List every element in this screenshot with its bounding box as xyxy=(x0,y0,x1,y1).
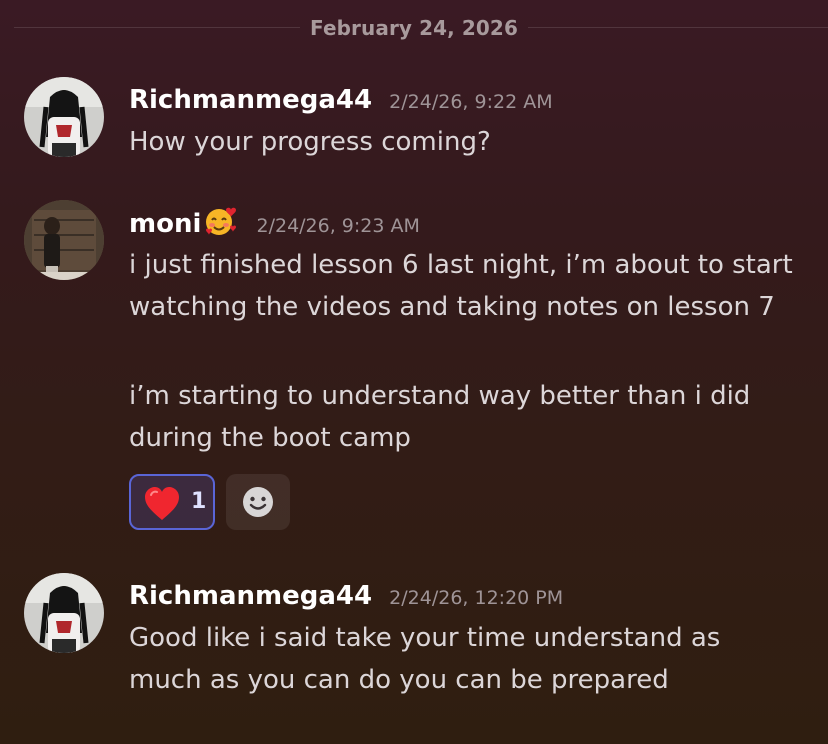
timestamp: 2/24/26, 9:23 AM xyxy=(256,215,420,237)
red-heart-icon xyxy=(145,487,179,520)
smiling-face-with-hearts-icon xyxy=(206,207,237,235)
timestamp: 2/24/26, 9:22 AM xyxy=(389,91,553,113)
avatar[interactable] xyxy=(24,77,104,157)
date-divider-label: February 24, 2026 xyxy=(310,16,518,40)
reaction-heart[interactable]: 1 xyxy=(129,474,215,530)
message-text: i’m starting to understand way better th… xyxy=(129,381,751,453)
message-text: Good like i said take your time understa… xyxy=(129,623,721,695)
smiley-icon xyxy=(243,487,273,517)
message-text: How your progress coming? xyxy=(129,127,491,157)
divider-line-left xyxy=(14,27,300,28)
timestamp: 2/24/26, 12:20 PM xyxy=(389,587,564,609)
avatar[interactable] xyxy=(24,200,104,280)
date-divider: February 24, 2026 xyxy=(0,14,828,42)
reaction-count: 1 xyxy=(191,489,207,514)
divider-line-right xyxy=(528,27,828,28)
message-text: i just finished lesson 6 last night, i’m… xyxy=(129,250,793,322)
avatar[interactable] xyxy=(24,573,104,653)
username[interactable]: Richmanmega44 xyxy=(129,581,372,611)
username[interactable]: moni xyxy=(129,209,201,239)
username[interactable]: Richmanmega44 xyxy=(129,85,372,115)
add-reaction-button[interactable] xyxy=(226,474,290,530)
